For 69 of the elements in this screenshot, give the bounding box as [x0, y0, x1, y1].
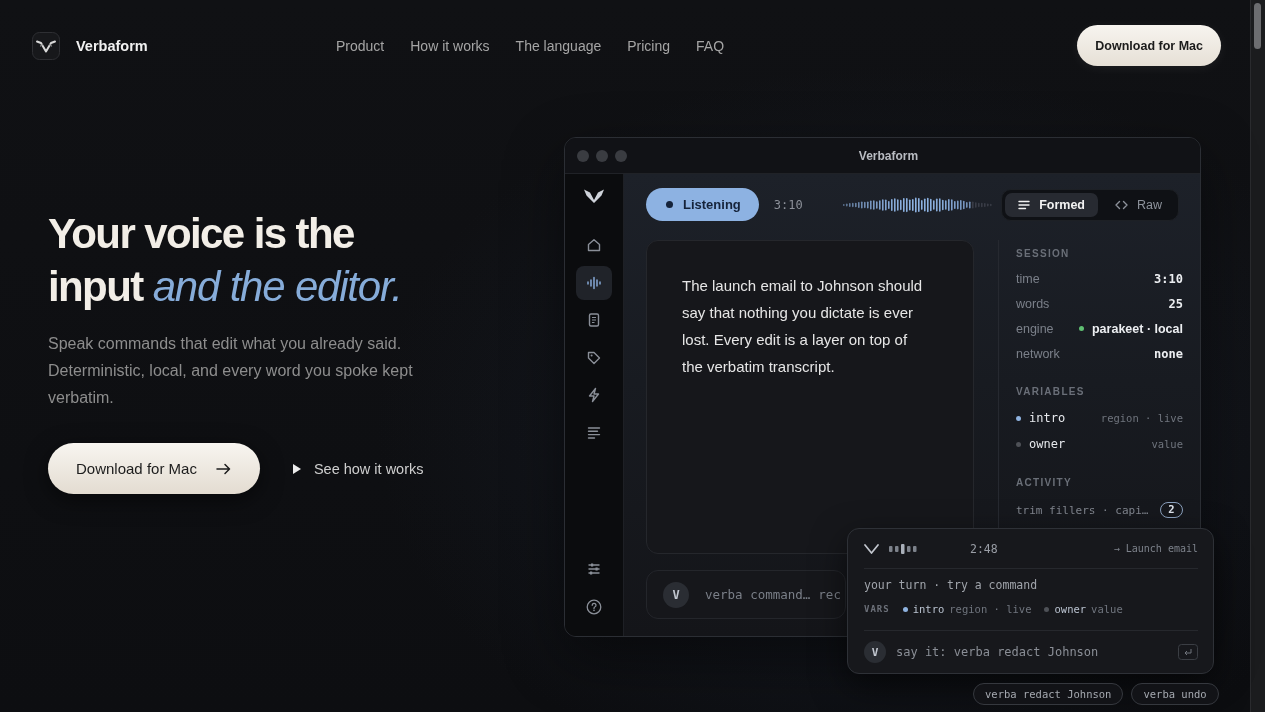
scrollbar-thumb[interactable]	[1254, 3, 1261, 49]
return-key-icon	[1178, 644, 1198, 660]
help-icon	[586, 599, 602, 615]
launch-email-link[interactable]: → Launch email	[1113, 543, 1198, 554]
variable-type: region · live	[1100, 412, 1183, 424]
field-label: time	[1016, 271, 1040, 286]
see-how-it-works-link[interactable]: See how it works	[292, 460, 424, 477]
logo-icon	[583, 188, 605, 204]
elapsed-time: 3:10	[773, 197, 803, 212]
avatar: V	[864, 641, 886, 663]
level-bars-icon	[889, 543, 917, 554]
settings-icon	[586, 561, 602, 578]
nav-link[interactable]: How it works	[410, 37, 490, 54]
document-icon	[586, 312, 602, 329]
window-title: Verbaform	[858, 148, 919, 163]
activity-text: trim fillers · capi…	[1016, 503, 1149, 517]
suggestion-text: rec	[818, 587, 841, 602]
variable-type: value	[1091, 603, 1123, 615]
variable-name: intro	[912, 603, 945, 615]
field-label: words	[1016, 296, 1050, 311]
brand-name[interactable]: Verbaform	[76, 37, 148, 54]
command-input[interactable]: verba command…	[705, 587, 811, 602]
field-value: parakeet · local	[1092, 321, 1183, 336]
status-text: your turn · try a command	[864, 577, 1039, 593]
field-value: 3:10	[1154, 271, 1183, 286]
variable-type: value	[1151, 438, 1183, 450]
bolt-icon	[586, 387, 602, 404]
field-value: none	[1154, 346, 1183, 361]
document-text: The launch email to Johnson should say that nothing you dictate is ever lost. Every edit is a layer on top of the verbatim transcript.	[682, 276, 924, 377]
waveform-icon	[586, 274, 602, 291]
field-label: network	[1016, 346, 1060, 361]
view-tab[interactable]: Raw	[1102, 192, 1175, 217]
field-value: 25	[1168, 296, 1183, 311]
home-icon	[586, 237, 602, 253]
variable-name: intro	[1029, 411, 1066, 425]
nav-link[interactable]: Product	[336, 37, 385, 54]
listening-button[interactable]: Listening	[646, 188, 759, 221]
download-button[interactable]: Download for Mac	[1077, 25, 1221, 66]
nav-link[interactable]: FAQ	[696, 37, 725, 54]
text-lines-icon	[1018, 199, 1031, 210]
variable-name: owner	[1054, 603, 1087, 615]
variable-type: region · live	[949, 603, 1032, 615]
field-label: engine	[1016, 321, 1054, 336]
view-tab[interactable]: Formed	[1005, 192, 1098, 217]
download-button[interactable]: Download for Mac	[48, 443, 260, 494]
avatar: V	[663, 581, 689, 608]
chevron-down-icon	[864, 543, 879, 554]
tag-icon	[586, 349, 602, 366]
sidebar-item[interactable]	[576, 265, 612, 300]
suggestion-chip[interactable]: verba undo	[1131, 683, 1219, 705]
command-input[interactable]: say it: verba redact Johnson	[896, 645, 1178, 659]
scrollbar[interactable]	[1250, 0, 1265, 712]
code-icon	[1115, 199, 1128, 210]
suggestion-chip[interactable]: verba redact Johnson	[973, 683, 1124, 705]
dot-icon	[666, 201, 673, 208]
nav-link[interactable]: Pricing	[627, 37, 671, 54]
elapsed-time: 2:48	[970, 541, 998, 556]
section-label: VARIABLES	[1016, 386, 1086, 398]
nav-link[interactable]: The language	[515, 37, 602, 54]
play-icon	[292, 463, 301, 474]
hero-description: Speak commands that edit what you already said. Deterministic, local, and every word you spoke kept verbatim.	[48, 334, 414, 408]
logo-icon[interactable]	[32, 31, 60, 60]
variable-name: owner	[1029, 437, 1066, 451]
headline: Your voice is the input and the editor.	[48, 209, 403, 312]
text-lines-icon	[586, 424, 602, 441]
section-label: VARS	[864, 604, 890, 614]
section-label: ACTIVITY	[1016, 477, 1073, 489]
arrow-right-icon	[215, 462, 231, 475]
section-label: SESSION	[1016, 248, 1071, 260]
